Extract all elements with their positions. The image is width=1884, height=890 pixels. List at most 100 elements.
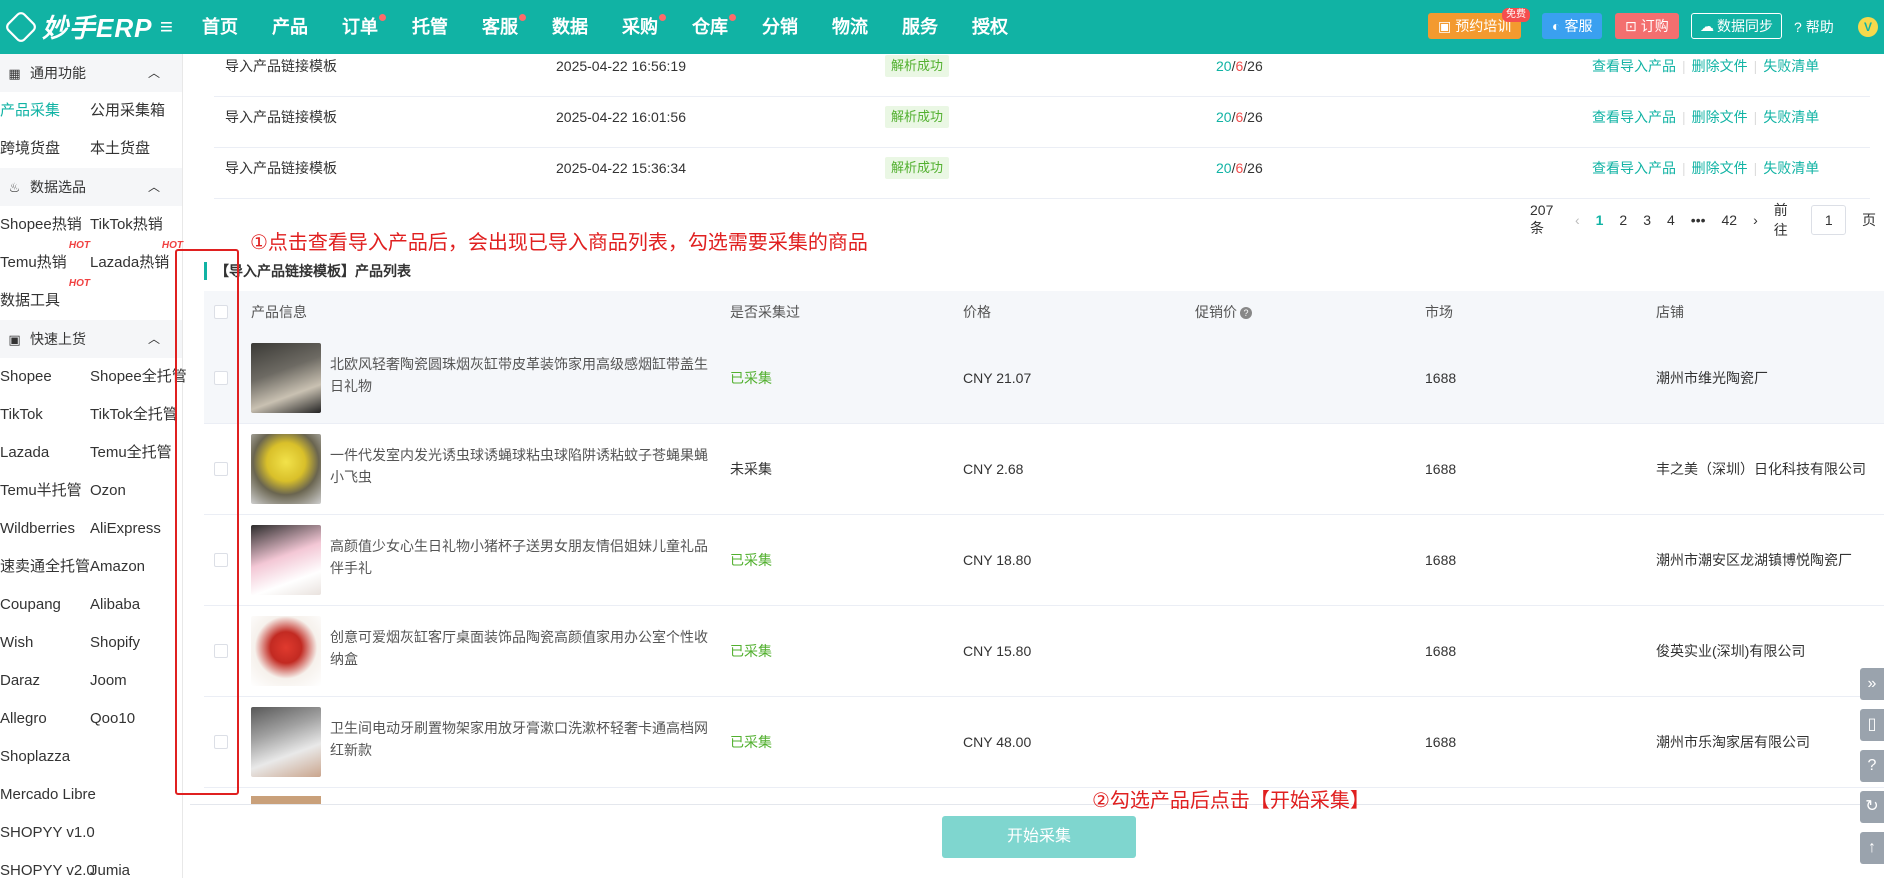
sidebar-item[interactable]: TikTok bbox=[0, 396, 90, 434]
sidebar-item[interactable]: Lazada bbox=[0, 434, 90, 472]
free-badge: 免费 bbox=[1502, 8, 1530, 22]
sidebar-section[interactable]: ▣ 快速上货 ︿ bbox=[0, 320, 182, 358]
sidebar-item[interactable]: 公用采集箱 bbox=[90, 92, 183, 130]
sidebar-item[interactable]: Shoplazza bbox=[0, 738, 90, 776]
customer-service-button[interactable]: ◐ 客服 bbox=[1542, 13, 1603, 39]
sidebar-item[interactable]: Coupang bbox=[0, 586, 90, 624]
action-link[interactable]: 删除文件 bbox=[1692, 160, 1748, 176]
product-name[interactable]: 北欧风轻奢陶瓷圆珠烟灰缸带皮革装饰家用高级感烟缸带盖生日礼物 bbox=[330, 353, 710, 397]
help-link[interactable]: ? 帮助 bbox=[1794, 13, 1834, 41]
sidebar-item[interactable]: Joom bbox=[90, 662, 183, 700]
page-number[interactable]: ••• bbox=[1691, 212, 1706, 228]
prev-page-icon[interactable]: ‹ bbox=[1575, 212, 1580, 228]
action-link[interactable]: 查看导入产品 bbox=[1592, 109, 1676, 125]
sidebar-item[interactable]: SHOPYY v2.0 bbox=[0, 852, 95, 890]
sidebar-item[interactable]: Allegro bbox=[0, 700, 90, 738]
product-name[interactable]: 创意可爱烟灰缸客厅桌面装饰品陶瓷高颜值家用办公室个性收纳盒 bbox=[330, 626, 710, 670]
action-link[interactable]: 删除文件 bbox=[1692, 58, 1748, 74]
refresh-icon[interactable]: ↻ bbox=[1860, 791, 1884, 823]
sidebar-item[interactable]: Wish bbox=[0, 624, 90, 662]
start-collect-button[interactable]: 开始采集 bbox=[942, 816, 1136, 858]
table-row[interactable]: 创意可爱烟灰缸客厅桌面装饰品陶瓷高颜值家用办公室个性收纳盒 已采集 CNY 15.8… bbox=[204, 606, 1884, 697]
product-name[interactable]: 一件代发室内发光诱虫球诱蝇球粘虫球陷阱诱粘蚊子苍蝇果蝇小飞虫 bbox=[330, 444, 710, 488]
sidebar-item-label: Wildberries bbox=[0, 520, 76, 537]
sidebar-item[interactable]: Shopee全托管 bbox=[90, 358, 187, 396]
sidebar-item[interactable]: Alibaba bbox=[90, 586, 183, 624]
product-name[interactable]: 高颜值少女心生日礼物小猪杯子送男女朋友情侣姐妹儿童礼品伴手礼 bbox=[330, 535, 710, 579]
data-sync-button[interactable]: ☁ 数据同步 bbox=[1691, 13, 1782, 39]
action-link[interactable]: 查看导入产品 bbox=[1592, 160, 1676, 176]
import-time: 2025-04-22 16:56:19 bbox=[556, 58, 686, 74]
col-collected: 是否采集过 bbox=[730, 304, 800, 320]
action-link[interactable]: 查看导入产品 bbox=[1592, 58, 1676, 74]
sidebar: ▦ 通用功能 ︿ 产品采集 公用采集箱 跨境货盘 本土货盘 ♨ 数据选品 ︿ Shopee热销 Tik… bbox=[0, 54, 187, 879]
page-number[interactable]: 4 bbox=[1667, 212, 1675, 228]
feedback-icon[interactable]: ? bbox=[1860, 750, 1884, 782]
table-row[interactable]: 卫生间电动牙刷置物架家用放牙膏漱口洗漱杯轻奢卡通高档网红新款 已采集 CNY 48.… bbox=[204, 697, 1884, 788]
sidebar-item[interactable]: Amazon bbox=[90, 548, 183, 586]
product-thumbnail[interactable] bbox=[251, 616, 321, 686]
action-link[interactable]: 失败清单 bbox=[1763, 109, 1819, 125]
page-number[interactable]: 2 bbox=[1619, 212, 1627, 228]
action-link[interactable]: 失败清单 bbox=[1763, 58, 1819, 74]
cs-label: 客服 bbox=[1564, 18, 1593, 34]
page-suffix: 页 bbox=[1861, 212, 1876, 228]
sidebar-item[interactable]: Ozon bbox=[90, 472, 183, 510]
sidebar-item[interactable]: Lazada热销 HOT bbox=[90, 240, 183, 282]
sidebar-item-label: Shoplazza bbox=[0, 748, 71, 765]
sidebar-item[interactable]: Qoo10 bbox=[90, 700, 183, 738]
next-page-icon[interactable]: › bbox=[1753, 212, 1758, 228]
sidebar-item[interactable]: Shopee bbox=[0, 358, 90, 396]
collected-status: 已采集 bbox=[730, 370, 772, 386]
product-name[interactable]: 卫生间电动牙刷置物架家用放牙膏漱口洗漱杯轻奢卡通高档网红新款 bbox=[330, 717, 710, 761]
help-icon[interactable]: ? bbox=[1240, 307, 1252, 320]
sidebar-item[interactable]: 产品采集 bbox=[0, 92, 90, 130]
success-count: 20 bbox=[1216, 109, 1232, 125]
sidebar-item[interactable]: Temu半托管 bbox=[0, 472, 90, 510]
mobile-icon[interactable]: ▯ bbox=[1860, 709, 1884, 741]
product-thumbnail[interactable] bbox=[251, 343, 321, 413]
page-jump-input[interactable]: 1 bbox=[1811, 205, 1846, 235]
chevron-up-icon[interactable]: ︿ bbox=[148, 54, 160, 92]
logo[interactable]: 妙手ERP bbox=[3, 8, 152, 45]
sidebar-item[interactable]: Temu全托管 bbox=[90, 434, 183, 472]
sidebar-item[interactable]: 跨境货盘 bbox=[0, 130, 90, 168]
action-link[interactable]: 失败清单 bbox=[1763, 160, 1819, 176]
sidebar-item[interactable]: Shopee热销 bbox=[0, 206, 90, 244]
page-number[interactable]: 1 bbox=[1596, 212, 1604, 228]
chevron-up-icon[interactable]: ︿ bbox=[148, 320, 160, 358]
row-actions: 查看导入产品 | 删除文件 | 失败清单 bbox=[1592, 97, 1819, 137]
sidebar-item[interactable]: Daraz bbox=[0, 662, 90, 700]
help-label: 帮助 bbox=[1805, 19, 1834, 35]
sidebar-section[interactable]: ♨ 数据选品 ︿ bbox=[0, 168, 182, 206]
product-thumbnail[interactable] bbox=[251, 525, 321, 595]
product-thumbnail[interactable] bbox=[251, 707, 321, 777]
sidebar-item[interactable]: Shopify bbox=[90, 624, 183, 662]
back-to-top-icon[interactable]: ↑ bbox=[1860, 832, 1884, 864]
sidebar-item[interactable]: 数据工具 HOT bbox=[0, 278, 90, 320]
page-number[interactable]: 42 bbox=[1722, 212, 1738, 228]
sidebar-item[interactable]: TikTok全托管 bbox=[90, 396, 183, 434]
table-row[interactable]: 高颜值少女心生日礼物小猪杯子送男女朋友情侣姐妹儿童礼品伴手礼 已采集 CNY 18.… bbox=[204, 515, 1884, 606]
sidebar-item[interactable]: Temu热销 HOT bbox=[0, 240, 90, 282]
sidebar-item[interactable]: 本土货盘 bbox=[90, 130, 183, 168]
sidebar-item[interactable]: Wildberries bbox=[0, 510, 90, 548]
sidebar-item[interactable]: Jumia bbox=[90, 852, 183, 890]
sidebar-item-label: Alibaba bbox=[90, 596, 141, 613]
action-link[interactable]: 删除文件 bbox=[1692, 109, 1748, 125]
sidebar-item[interactable]: SHOPYY v1.0 bbox=[0, 814, 95, 852]
collapse-icon[interactable]: » bbox=[1860, 668, 1884, 700]
sidebar-item[interactable]: 速卖通全托管 bbox=[0, 548, 90, 586]
order-button[interactable]: ⊡ 订购 bbox=[1615, 13, 1679, 39]
sidebar-item[interactable]: AliExpress bbox=[90, 510, 183, 548]
sidebar-section[interactable]: ▦ 通用功能 ︿ bbox=[0, 54, 182, 92]
sidebar-item[interactable]: Mercado Libre bbox=[0, 776, 96, 814]
hamburger-menu-icon[interactable]: ≡ bbox=[160, 14, 173, 40]
table-row[interactable]: 一件代发室内发光诱虫球诱蝇球粘虫球陷阱诱粘蚊子苍蝇果蝇小飞虫 未采集 CNY 2.6… bbox=[204, 424, 1884, 515]
sidebar-item[interactable]: TikTok热销 bbox=[90, 206, 183, 244]
product-thumbnail[interactable] bbox=[251, 434, 321, 504]
table-row[interactable]: 北欧风轻奢陶瓷圆珠烟灰缸带皮革装饰家用高级感烟缸带盖生日礼物 已采集 CNY 21.… bbox=[204, 333, 1884, 424]
page-number[interactable]: 3 bbox=[1643, 212, 1651, 228]
avatar[interactable]: V bbox=[1858, 17, 1878, 37]
chevron-up-icon[interactable]: ︿ bbox=[148, 168, 160, 206]
